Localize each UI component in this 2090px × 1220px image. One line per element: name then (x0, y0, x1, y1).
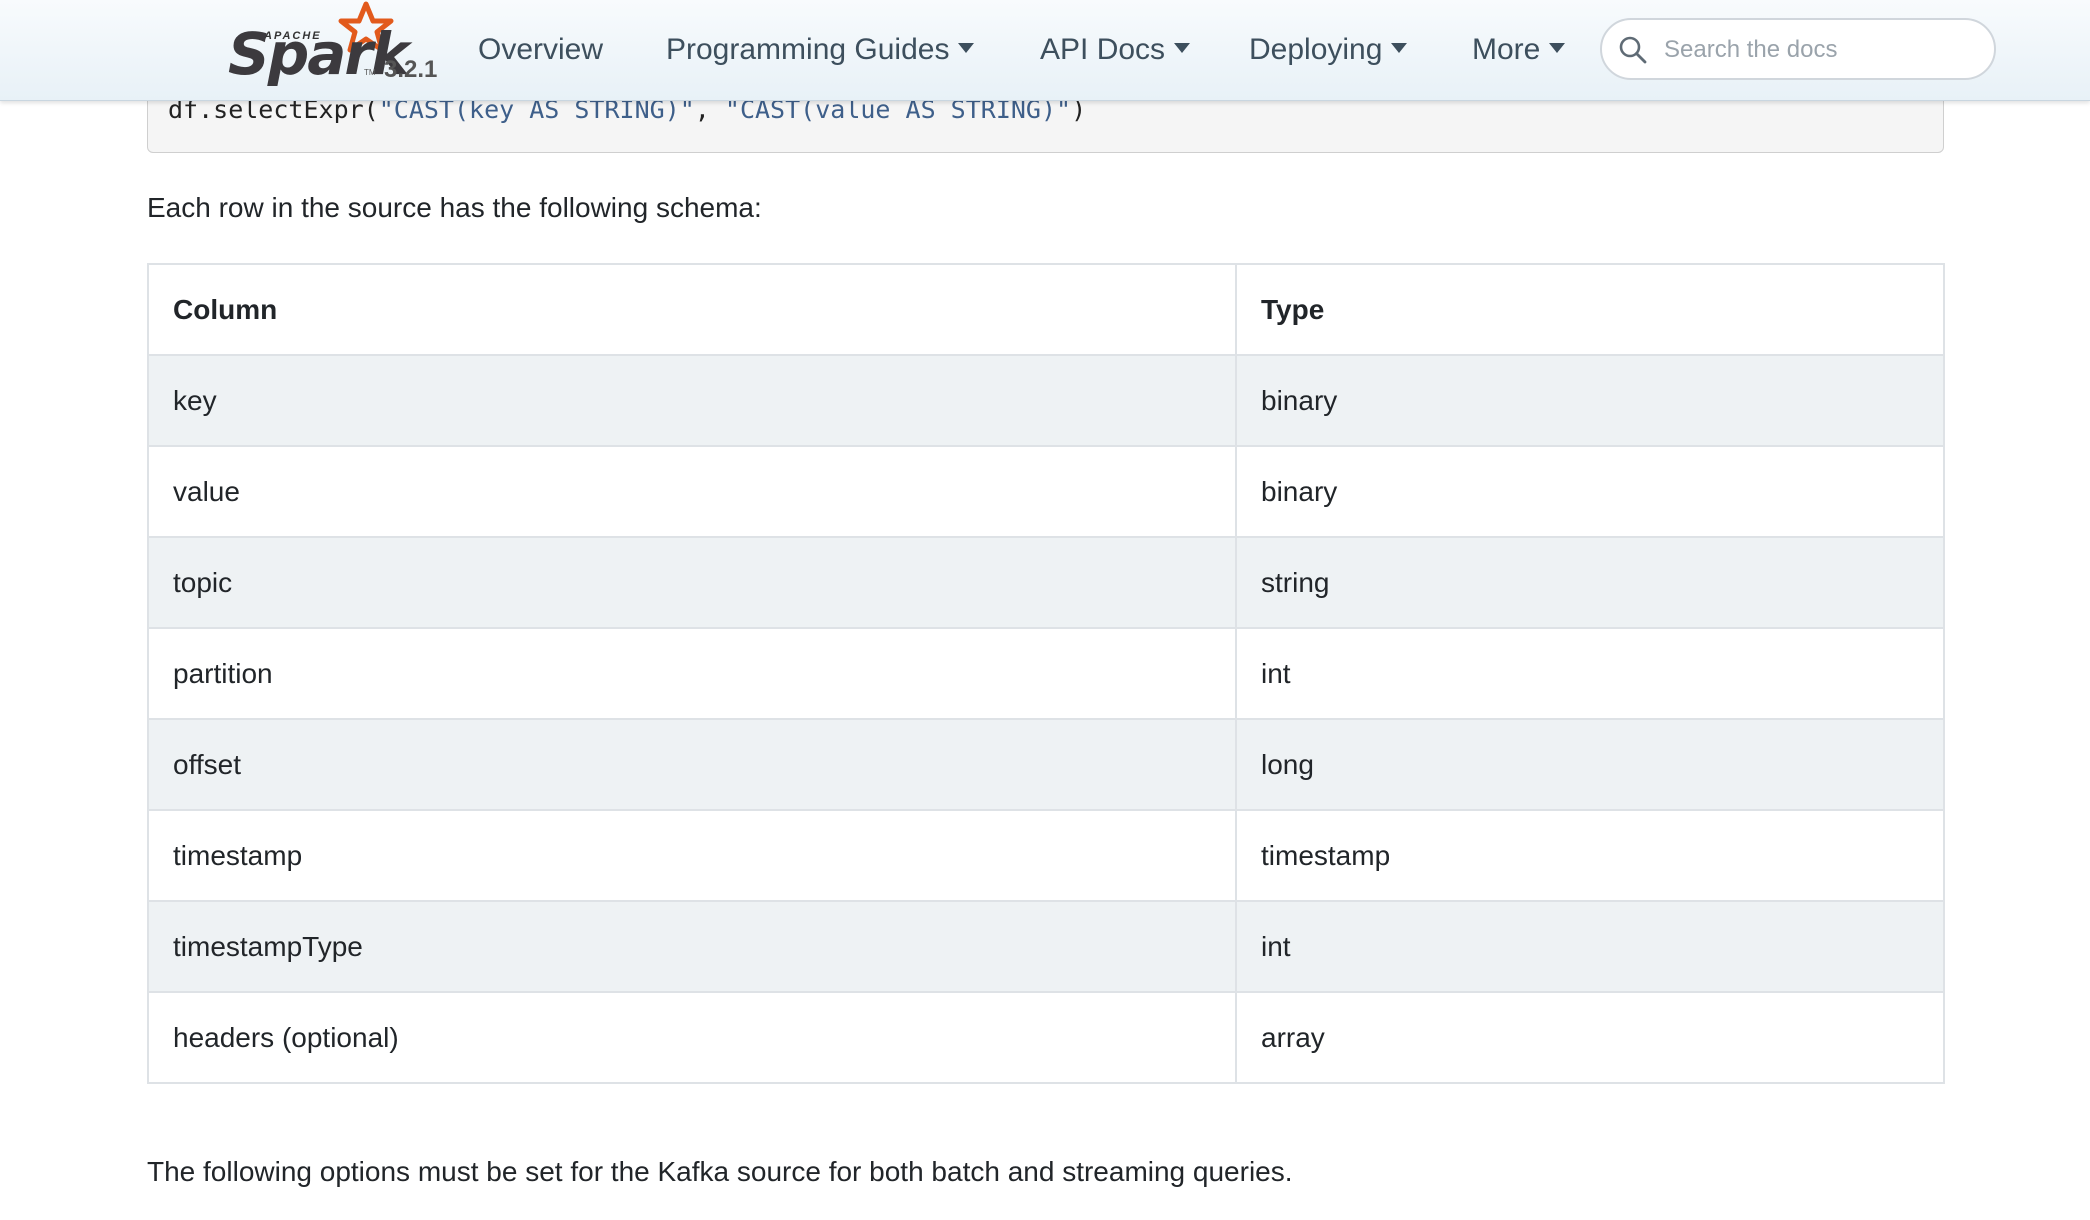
table-cell-type: timestamp (1235, 809, 1945, 902)
nav-more-label: More (1472, 33, 1541, 66)
nav-overview-label: Overview (478, 33, 604, 66)
table-cell-column: headers (optional) (147, 991, 1237, 1084)
nav-deploying-label: Deploying (1249, 33, 1383, 66)
nav-api-docs[interactable]: API Docs (1040, 30, 1191, 70)
table-row: topic string (147, 536, 1945, 629)
table-cell-column: offset (147, 718, 1237, 811)
table-cell-type: string (1235, 536, 1945, 629)
nav-programming-guides[interactable]: Programming Guides (666, 30, 975, 70)
table-cell-type: long (1235, 718, 1945, 811)
brand-spark-text: Spark (228, 20, 410, 88)
table-header-type: Type (1235, 263, 1945, 356)
table-header-column: Column (147, 263, 1237, 356)
table-cell-type: binary (1235, 354, 1945, 447)
table-cell-column: timestamp (147, 809, 1237, 902)
top-navbar: APACHE Spark TM 3.2.1 Overview Programmi… (0, 0, 2090, 101)
search-box[interactable] (1600, 18, 1996, 80)
nav-programming-guides-label: Programming Guides (666, 33, 950, 66)
brand-trademark: TM (364, 68, 376, 77)
table-cell-type: int (1235, 627, 1945, 720)
table-cell-column: topic (147, 536, 1237, 629)
schema-table: Column Type key binary value binary topi… (147, 263, 1945, 1084)
caret-down-icon (1174, 43, 1191, 54)
table-row: headers (optional) array (147, 991, 1945, 1084)
table-row: key binary (147, 354, 1945, 447)
table-cell-column: partition (147, 627, 1237, 720)
table-row: timestampType int (147, 900, 1945, 993)
table-cell-column: key (147, 354, 1237, 447)
caret-down-icon (958, 43, 975, 54)
table-row: timestamp timestamp (147, 809, 1945, 902)
table-cell-column: timestampType (147, 900, 1237, 993)
search-input[interactable] (1662, 28, 1986, 72)
nav-overview[interactable]: Overview (478, 30, 603, 70)
table-row: offset long (147, 718, 1945, 811)
search-icon[interactable] (1618, 35, 1648, 65)
nav-api-docs-label: API Docs (1040, 33, 1166, 66)
table-row: value binary (147, 445, 1945, 538)
schema-intro-text: Each row in the source has the following… (147, 192, 762, 223)
table-cell-column: value (147, 445, 1237, 538)
table-cell-type: binary (1235, 445, 1945, 538)
table-cell-type: int (1235, 900, 1945, 993)
caret-down-icon (1391, 43, 1408, 54)
table-cell-type: array (1235, 991, 1945, 1084)
brand-logo-link[interactable]: APACHE Spark TM 3.2.1 (228, 1, 448, 94)
options-intro-text: The following options must be set for th… (147, 1156, 1293, 1187)
caret-down-icon (1549, 43, 1566, 54)
brand-version: 3.2.1 (384, 56, 438, 83)
nav-deploying[interactable]: Deploying (1249, 30, 1408, 70)
nav-more[interactable]: More (1472, 30, 1566, 70)
table-row: partition int (147, 627, 1945, 720)
table-header-row: Column Type (147, 263, 1945, 356)
